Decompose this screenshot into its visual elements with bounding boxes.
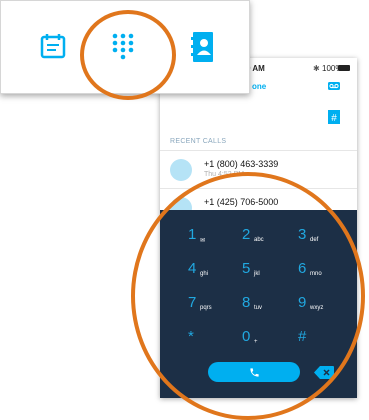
key-letters: pqrs (200, 305, 212, 311)
key-6[interactable]: 6 mno (298, 260, 338, 288)
key-3[interactable]: 3 def (298, 226, 338, 254)
key-digit: 9 (298, 294, 307, 311)
key-7[interactable]: 7 pqrs (188, 294, 228, 322)
key-digit: 2 (242, 226, 251, 243)
bluetooth-icon: ✱ (313, 64, 320, 73)
key-digit: 4 (188, 260, 197, 277)
page-title: one (252, 82, 267, 91)
battery-icon (338, 65, 350, 71)
key-1[interactable]: 1 ✉ (188, 226, 228, 254)
key-letters: jkl (254, 271, 260, 277)
contacts-icon (191, 32, 213, 62)
call-number: +1 (425) 706-5000 (204, 197, 279, 207)
key-8[interactable]: 8 tuv (242, 294, 282, 322)
key-hash[interactable]: # (298, 328, 338, 356)
key-letters: def (310, 237, 319, 243)
tab-bar (0, 0, 250, 94)
key-5[interactable]: 5 jkl (242, 260, 282, 288)
key-letters: mno (310, 271, 322, 277)
key-digit: 5 (242, 260, 251, 277)
recent-calls-heading: RECENT CALLS (170, 138, 227, 145)
key-digit: 6 (298, 260, 307, 277)
phone-screen: 9 AM ✱ 100% one # RECENT CALLS +1 (800) … (160, 58, 357, 398)
call-number: +1 (800) 463-3339 (204, 159, 279, 169)
key-digit: 3 (298, 226, 307, 243)
key-4[interactable]: 4 ghi (188, 260, 228, 288)
key-digit: 7 (188, 294, 197, 311)
dial-pad: 1 ✉ 2 abc 3 def 4 ghi 5 jkl 6 mno 7 pqrs 8 tuv 9… (160, 210, 357, 398)
key-digit: # (298, 328, 307, 345)
key-letters: tuv (254, 305, 263, 311)
tab-calendar[interactable] (31, 25, 75, 69)
dialpad-icon (112, 33, 134, 60)
key-letters: ghi (200, 271, 209, 277)
key-letters: ✉ (200, 238, 206, 244)
key-letters: wxyz (310, 305, 324, 311)
call-button[interactable] (208, 362, 300, 382)
key-letters: + (254, 339, 258, 345)
tab-contacts[interactable] (181, 25, 225, 69)
key-digit: 8 (242, 294, 251, 311)
calendar-chat-icon (40, 34, 66, 59)
key-digit: * (188, 328, 194, 345)
phone-icon (249, 367, 259, 377)
key-star[interactable]: * (188, 328, 228, 356)
key-digit: 0 (242, 328, 251, 345)
avatar (170, 159, 192, 181)
tab-dialpad[interactable] (101, 25, 145, 69)
key-digit: 1 (188, 226, 197, 243)
key-2[interactable]: 2 abc (242, 226, 282, 254)
recent-call-row[interactable]: +1 (800) 463-3339 Thu 4:52 PM (160, 150, 357, 185)
key-letters: abc (254, 237, 264, 243)
dialpad-toggle-icon[interactable]: # (328, 110, 340, 124)
call-time: Thu 4:52 PM (204, 171, 245, 178)
key-0[interactable]: 0 + (242, 328, 282, 356)
backspace-icon[interactable] (314, 366, 334, 379)
key-9[interactable]: 9 wxyz (298, 294, 338, 322)
svg-text:#: # (331, 113, 337, 124)
voicemail-icon[interactable] (328, 82, 340, 90)
